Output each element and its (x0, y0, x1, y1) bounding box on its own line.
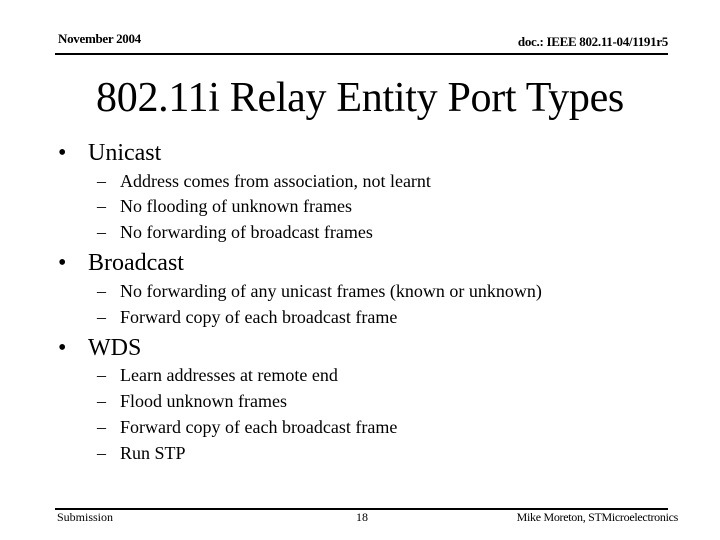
dash-icon: – (97, 443, 106, 463)
sub-bullet: – Forward copy of each broadcast frame (97, 416, 397, 438)
header-doc-id: doc.: IEEE 802.11-04/1191r5 (517, 34, 668, 49)
bullet-icon: • (58, 335, 67, 361)
bullet-icon: • (58, 250, 67, 276)
sub-bullet-text: Flood unknown frames (120, 391, 287, 411)
dash-icon: – (97, 365, 106, 385)
bullet-label: WDS (88, 335, 142, 361)
header-date: November 2004 (58, 31, 141, 46)
dash-icon: – (97, 307, 106, 327)
sub-bullet: – Forward copy of each broadcast frame (97, 306, 397, 328)
footer-submission: Submission (57, 510, 114, 524)
dash-icon: – (97, 417, 106, 437)
sub-bullet: – Run STP (97, 442, 186, 464)
sub-bullet-text: Forward copy of each broadcast frame (120, 417, 398, 437)
sub-bullet-text: Forward copy of each broadcast frame (120, 307, 398, 327)
bullet-wds: • WDS (58, 334, 141, 362)
dash-icon: – (97, 222, 106, 242)
sub-bullet: – Flood unknown frames (97, 390, 287, 412)
sub-bullet-text: No forwarding of any unicast frames (kno… (120, 281, 542, 301)
sub-bullet-text: Learn addresses at remote end (120, 365, 338, 385)
bullet-broadcast: • Broadcast (58, 249, 184, 277)
bullet-label: Broadcast (88, 250, 184, 276)
bullet-label: Unicast (88, 140, 162, 166)
dash-icon: – (97, 281, 106, 301)
sub-bullet: – No forwarding of any unicast frames (kn… (97, 280, 542, 302)
header-rule (55, 53, 668, 55)
dash-icon: – (97, 196, 106, 216)
slide-title: 802.11i Relay Entity Port Types (96, 75, 624, 121)
sub-bullet-text: Run STP (120, 443, 186, 463)
bullet-icon: • (58, 140, 67, 166)
footer-author: Mike Moreton, STMicroelectronics (516, 510, 679, 524)
dash-icon: – (97, 391, 106, 411)
sub-bullet: – No forwarding of broadcast frames (97, 221, 373, 243)
dash-icon: – (97, 171, 106, 191)
footer-page-number: 18 (356, 510, 368, 524)
sub-bullet: – No flooding of unknown frames (97, 195, 352, 217)
sub-bullet: – Address comes from association, not lea… (97, 170, 431, 192)
bullet-unicast: • Unicast (58, 139, 161, 167)
sub-bullet: – Learn addresses at remote end (97, 364, 338, 386)
sub-bullet-text: No flooding of unknown frames (120, 196, 352, 216)
sub-bullet-text: No forwarding of broadcast frames (120, 222, 373, 242)
sub-bullet-text: Address comes from association, not lear… (120, 171, 431, 191)
